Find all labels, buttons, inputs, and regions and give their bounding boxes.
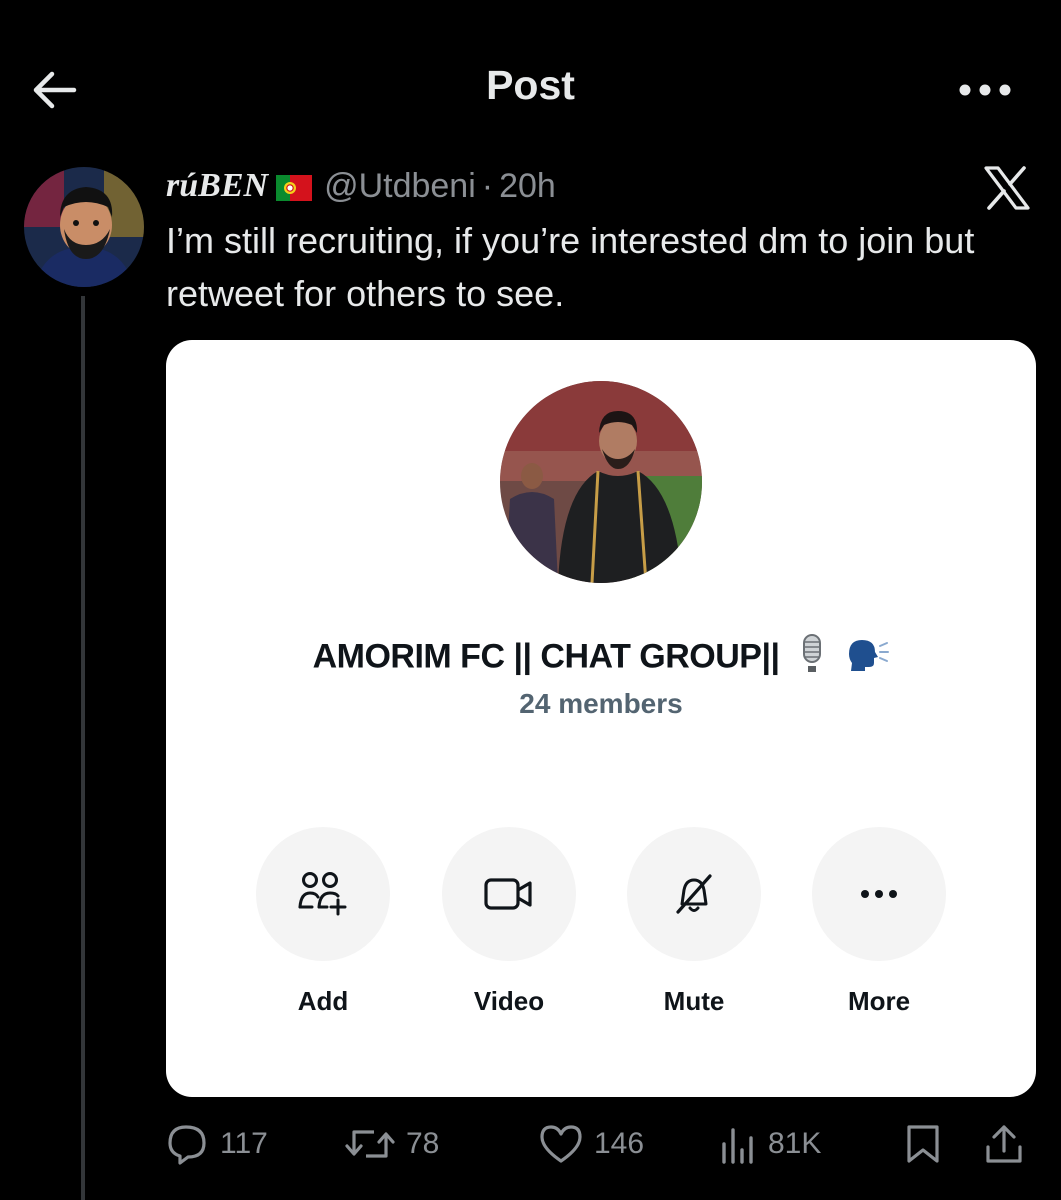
like-count: 146 — [594, 1127, 645, 1160]
more-options-button[interactable] — [950, 70, 1020, 110]
add-button[interactable] — [256, 827, 390, 961]
author-row: rúBEN @Utdbeni · 20h — [166, 163, 556, 209]
group-photo-illustration — [500, 381, 702, 583]
repost-icon — [345, 1130, 395, 1158]
author-avatar[interactable] — [24, 167, 144, 287]
page-title: Post — [486, 62, 575, 108]
views-count: 81K — [768, 1127, 822, 1160]
x-logo-icon — [983, 166, 1031, 210]
reply-count: 117 — [220, 1127, 268, 1160]
speaking-head-icon — [845, 636, 890, 681]
more-horizontal-icon — [861, 890, 897, 898]
reply-icon — [168, 1125, 206, 1165]
heart-icon — [540, 1125, 582, 1163]
author-handle[interactable]: @Utdbeni — [324, 167, 476, 206]
more-button[interactable] — [812, 827, 946, 961]
tweet-text: I’m still recruiting, if you’re interest… — [166, 220, 975, 314]
repost-count: 78 — [406, 1127, 440, 1160]
group-name-text: AMORIM FC || CHAT GROUP|| — [312, 637, 780, 676]
views-chart-icon — [722, 1128, 753, 1164]
reply-button[interactable]: 117 — [166, 1122, 268, 1166]
group-name: AMORIM FC || CHAT GROUP|| — [166, 634, 1036, 683]
group-photo — [500, 381, 702, 583]
views-button[interactable]: 81K — [718, 1122, 821, 1166]
mute-button[interactable] — [627, 827, 761, 961]
bookmark-icon — [907, 1125, 939, 1163]
mute-label: Mute — [663, 986, 725, 1016]
portugal-flag-icon — [276, 175, 313, 201]
avatar-illustration — [24, 167, 144, 287]
share-button[interactable] — [984, 1122, 1024, 1166]
add-people-icon — [298, 872, 347, 916]
bell-muted-icon — [676, 874, 712, 914]
add-label: Add — [297, 986, 349, 1016]
repost-button[interactable]: 78 — [344, 1122, 439, 1166]
like-button[interactable]: 146 — [538, 1122, 644, 1166]
member-count: 24 members — [519, 688, 683, 719]
attached-image-card[interactable]: AMORIM FC || CHAT GROUP|| 24 members Add… — [166, 340, 1036, 1097]
video-camera-icon — [484, 878, 532, 910]
thread-line — [81, 296, 85, 1200]
video-button[interactable] — [442, 827, 576, 961]
microphone-icon — [796, 634, 828, 683]
more-label: More — [847, 986, 911, 1016]
display-name[interactable]: rúBEN — [166, 167, 268, 205]
video-label: Video — [473, 986, 545, 1016]
separator-dot: · — [481, 166, 494, 205]
bookmark-button[interactable] — [904, 1122, 942, 1166]
share-icon — [986, 1125, 1022, 1163]
post-time[interactable]: 20h — [499, 167, 556, 206]
more-horizontal-icon — [959, 84, 1011, 96]
